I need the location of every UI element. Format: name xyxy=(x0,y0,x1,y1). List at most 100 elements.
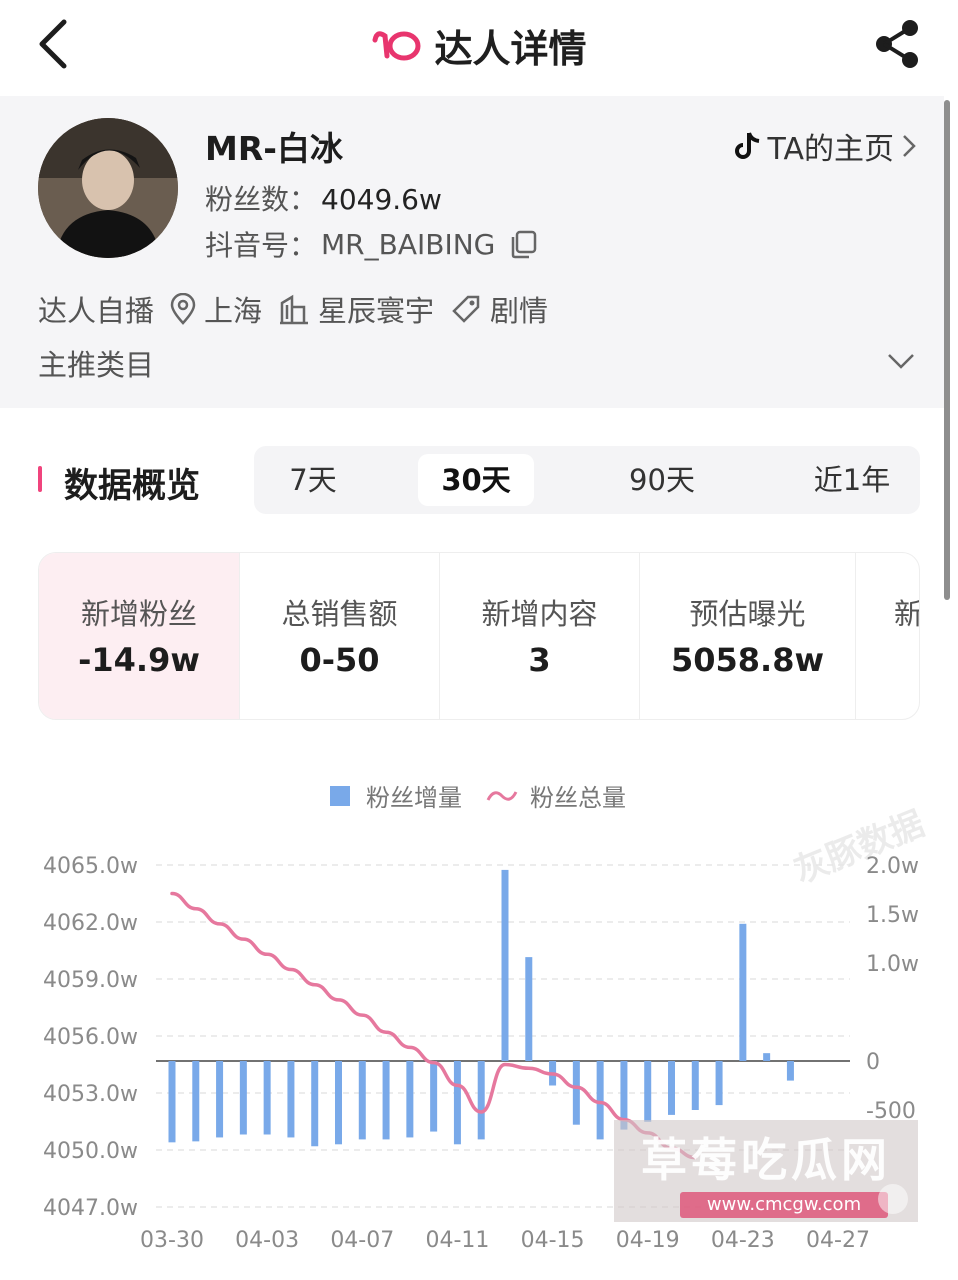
metric-value: -14.9w xyxy=(78,641,200,679)
metric-partial[interactable]: 新 xyxy=(856,553,919,719)
share-icon xyxy=(876,20,918,68)
metric-label: 新增内容 xyxy=(481,597,598,631)
bar-fans-increment xyxy=(739,923,747,1061)
category-expand-button[interactable] xyxy=(884,346,918,376)
legend-bar-swatch xyxy=(330,785,350,806)
x-tick-label: 04-15 xyxy=(521,1228,585,1253)
x-tick-label: 04-07 xyxy=(330,1228,394,1253)
x-tick-label: 04-27 xyxy=(806,1228,870,1253)
building-icon xyxy=(280,294,309,325)
bar-fans-increment xyxy=(168,1061,176,1143)
metric-est-exposure[interactable]: 预估曝光 5058.8w xyxy=(640,553,856,719)
tag-genre: 剧情 xyxy=(450,288,548,330)
tab-7-days[interactable]: 7天 xyxy=(260,454,366,506)
bar-fans-increment xyxy=(263,1061,271,1135)
bar-fans-increment xyxy=(453,1061,461,1145)
chevron-right-icon xyxy=(903,135,916,157)
fans-value: 4049.6w xyxy=(321,183,442,216)
site-watermark: 草莓吃瓜网 www.cmcgw.com xyxy=(614,1120,918,1222)
bar-fans-increment xyxy=(311,1061,319,1147)
x-tick-label: 04-11 xyxy=(425,1228,489,1253)
metric-label: 新增粉丝 xyxy=(80,597,197,631)
watermark-corner xyxy=(878,1184,908,1214)
tab-1-year[interactable]: 近1年 xyxy=(794,454,910,506)
legend-line-swatch xyxy=(486,790,518,801)
page-title: 达人详情 xyxy=(434,27,587,71)
bar-fans-increment xyxy=(287,1061,295,1138)
chart-legend: 粉丝增量 粉丝总量 xyxy=(330,778,626,813)
tag-live-type: 达人自播 xyxy=(38,288,154,330)
metric-label: 总销售额 xyxy=(281,597,398,631)
overview-title: 数据概览 xyxy=(64,466,200,506)
period-tabs: 7天 30天 90天 近1年 xyxy=(254,446,920,514)
ta-homepage-link[interactable]: TA的主页 xyxy=(735,124,920,168)
tag-label: 星辰寰宇 xyxy=(318,294,435,328)
bar-fans-increment xyxy=(335,1061,342,1145)
bar-fans-increment xyxy=(596,1061,604,1140)
y-left-tick-label: 4056.0w xyxy=(43,1025,138,1050)
y-left-tick-label: 4062.0w xyxy=(43,911,138,936)
douyin-label: 抖音号： xyxy=(205,229,318,262)
y-right-tick-label: 1.5w xyxy=(866,903,919,928)
bar-fans-increment xyxy=(525,957,533,1061)
metric-new-fans[interactable]: 新增粉丝 -14.9w xyxy=(39,553,240,719)
metric-label: 新 xyxy=(894,591,919,633)
metric-value: 0-50 xyxy=(299,641,380,679)
scrollbar[interactable] xyxy=(944,100,950,600)
bar-fans-increment xyxy=(501,869,509,1061)
profile-card: MR-白冰 TA的主页 粉丝数： 4049.6w 抖音号： MR_BAIBING 达… xyxy=(0,96,944,408)
bar-fans-increment xyxy=(358,1061,366,1140)
chevron-down-icon xyxy=(888,354,914,369)
douyin-value: MR_BAIBING xyxy=(321,227,496,261)
section-accent-bar xyxy=(38,466,42,492)
share-button[interactable] xyxy=(872,18,922,70)
legend-bar-label[interactable]: 粉丝增量 xyxy=(366,778,462,813)
y-left-tick-label: 4047.0w xyxy=(43,1196,138,1221)
tag-agency: 星辰寰宇 xyxy=(278,288,434,330)
pink-app-logo-icon xyxy=(372,30,421,60)
metric-total-sales[interactable]: 总销售额 0-50 xyxy=(240,553,440,719)
bar-fans-increment xyxy=(382,1061,390,1140)
y-right-tick-label: 2.0w xyxy=(866,854,919,879)
watermark-url: www.cmcgw.com xyxy=(680,1192,888,1218)
bar-fans-increment xyxy=(216,1061,224,1138)
x-tick-label: 04-19 xyxy=(616,1228,680,1253)
tag-label: 上海 xyxy=(204,294,263,328)
x-tick-label: 04-23 xyxy=(711,1228,775,1253)
bar-fans-increment xyxy=(572,1061,580,1125)
douyin-id-row: 抖音号： MR_BAIBING xyxy=(205,224,541,264)
bar-fans-increment xyxy=(239,1061,247,1135)
metric-value: 5058.8w xyxy=(670,641,825,679)
y-left-tick-label: 4059.0w xyxy=(43,968,138,993)
homepage-label: TA的主页 xyxy=(767,132,894,167)
y-right-tick-label: 0 xyxy=(866,1050,880,1075)
tab-90-days[interactable]: 90天 xyxy=(604,454,720,506)
tag-label: 剧情 xyxy=(490,294,549,328)
tag-icon xyxy=(452,295,480,323)
bar-fans-increment xyxy=(430,1061,438,1132)
creator-name: MR-白冰 xyxy=(205,129,343,168)
tiktok-icon xyxy=(735,132,760,159)
avatar[interactable] xyxy=(38,118,178,258)
avatar-image xyxy=(38,118,178,258)
y-left-tick-label: 4065.0w xyxy=(43,854,138,879)
fans-row: 粉丝数： 4049.6w xyxy=(205,178,442,218)
metric-value: 3 xyxy=(528,641,551,679)
metric-new-content[interactable]: 新增内容 3 xyxy=(440,553,640,719)
bar-fans-increment xyxy=(644,1061,652,1122)
x-tick-label: 04-03 xyxy=(235,1228,299,1253)
metrics-strip: 新增粉丝 -14.9w 总销售额 0-50 新增内容 3 预估曝光 5058.8… xyxy=(38,552,920,720)
y-left-tick-label: 4050.0w xyxy=(43,1139,138,1164)
watermark-title: 草莓吃瓜网 xyxy=(641,1133,891,1187)
y-left-tick-label: 4053.0w xyxy=(43,1082,138,1107)
bar-fans-increment xyxy=(715,1061,723,1106)
tab-30-days[interactable]: 30天 xyxy=(418,454,534,506)
bar-fans-increment xyxy=(406,1061,414,1138)
tags-row: 达人自播 上海 星辰寰宇 剧情 xyxy=(38,288,554,330)
bar-fans-increment xyxy=(763,1053,771,1061)
fans-label: 粉丝数： xyxy=(205,183,318,216)
legend-line-label[interactable]: 粉丝总量 xyxy=(530,778,626,813)
tag-label: 达人自播 xyxy=(38,294,155,328)
copy-icon[interactable] xyxy=(507,228,541,260)
bar-fans-increment xyxy=(668,1061,675,1115)
